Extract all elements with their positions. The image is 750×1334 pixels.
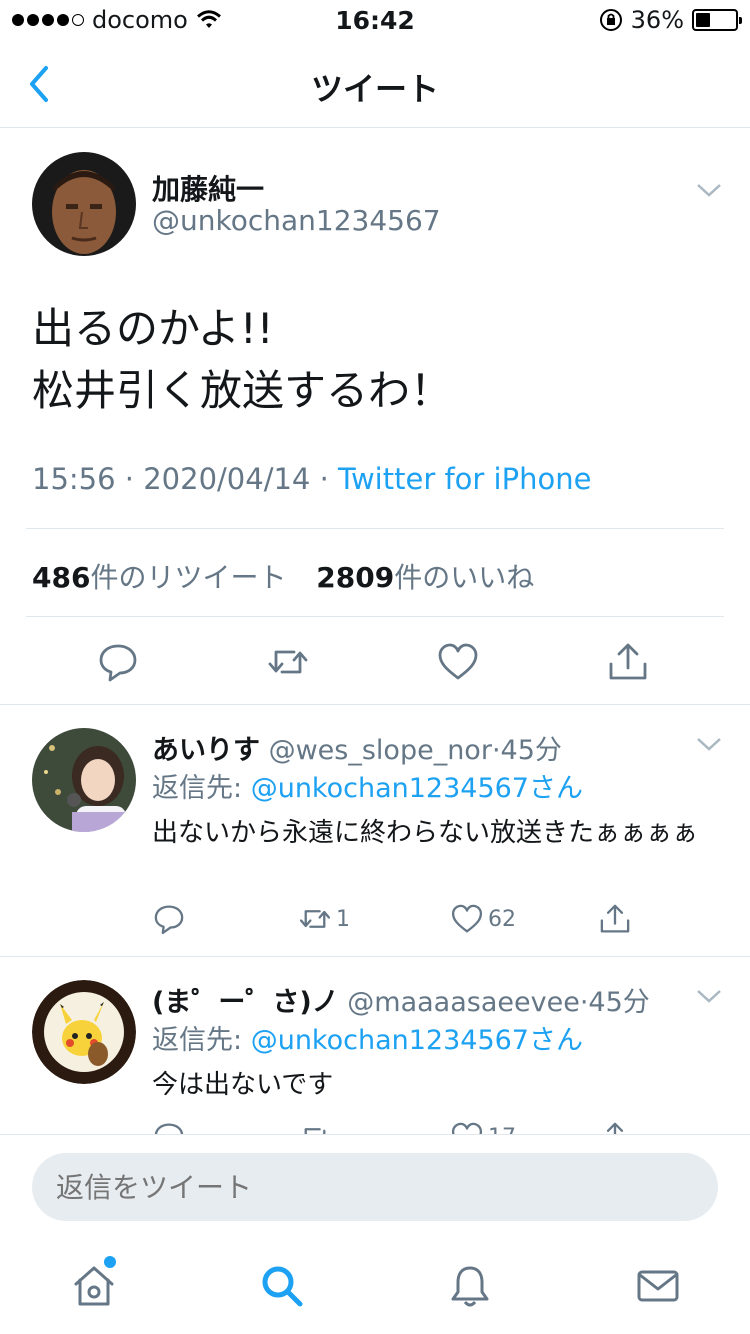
like-heart-icon[interactable] — [436, 640, 480, 684]
messages-envelope-icon[interactable] — [634, 1262, 682, 1310]
tweet-text: 出るのかよ!! 松井引く放送するわ！ — [32, 298, 722, 422]
divider — [26, 528, 724, 529]
avatar-image — [32, 980, 136, 1084]
home-icon[interactable] — [70, 1262, 118, 1310]
reply-to-link[interactable]: @unkochan1234567さん — [251, 773, 583, 804]
reply-composer-bar — [0, 1134, 750, 1234]
reply-icon — [154, 1123, 184, 1134]
retweet-icon — [299, 910, 331, 928]
reply-time: 45分 — [500, 735, 562, 766]
reply-icon — [154, 905, 184, 935]
tweet-text-line: 出るのかよ!! — [32, 304, 274, 353]
tweet-stats: 486件のリツイート 2809件のいいね — [32, 556, 534, 596]
tweet-source-link[interactable]: Twitter for iPhone — [338, 462, 591, 496]
reply-icon[interactable] — [96, 640, 140, 684]
reply-to: 返信先: @unkochan1234567さん — [152, 766, 583, 805]
retweet-count: 1 — [336, 906, 350, 932]
reply-header: あいりす @wes_slope_nor·45分 — [152, 728, 562, 767]
reply-time: 45分 — [588, 987, 650, 1018]
time-separator: · — [491, 735, 501, 766]
like-count: 2809 — [316, 561, 395, 594]
status-right: 36% — [599, 6, 742, 34]
tweet-date: 2020/04/14 — [143, 462, 311, 496]
reply-tweet[interactable]: あいりす @wes_slope_nor·45分 返信先: @unkochan12… — [0, 704, 750, 956]
reply-to-link[interactable]: @unkochan1234567さん — [251, 1025, 583, 1056]
tweet-timestamp: 15:56 · 2020/04/14 · Twitter for iPhone — [32, 462, 591, 496]
share-icon — [606, 1122, 624, 1134]
tweet-text-line: 松井引く放送するわ！ — [32, 366, 453, 415]
status-bar: docomo 16:42 36% — [0, 0, 750, 40]
reply-button[interactable] — [152, 1120, 186, 1134]
reply-author-name[interactable]: (ま゜ー゜さ)ノ — [152, 987, 339, 1018]
new-content-badge — [104, 1256, 116, 1268]
share-icon[interactable] — [606, 640, 650, 684]
navigation-bar: ツイート — [0, 40, 750, 128]
divider — [26, 616, 724, 617]
tab-bar — [0, 1234, 750, 1334]
reply-actions: 1 62 — [152, 902, 652, 942]
reply-tweet[interactable]: (ま゜ー゜さ)ノ @maaaasaeevee·45分 返信先: @unkocha… — [0, 956, 750, 1134]
retweets-stat[interactable]: 486件のリツイート — [32, 561, 286, 594]
like-heart-icon — [451, 904, 483, 933]
like-count: 17 — [488, 1125, 516, 1135]
tweet-time: 15:56 — [32, 462, 116, 496]
reply-author-handle[interactable]: @maaaasaeevee — [347, 987, 580, 1018]
share-icon — [600, 904, 630, 933]
chevron-down-icon[interactable] — [694, 986, 724, 1006]
page-title: ツイート — [310, 70, 439, 108]
battery-icon — [692, 9, 742, 31]
orientation-lock-icon — [599, 9, 622, 31]
like-heart-icon — [451, 1122, 483, 1134]
reply-input[interactable] — [32, 1153, 718, 1221]
retweet-label: 件のリツイート — [90, 561, 287, 594]
like-label: 件のいいね — [394, 561, 535, 594]
reply-to-label: 返信先: — [152, 773, 243, 804]
reply-avatar[interactable] — [32, 980, 136, 1084]
reply-actions: 17 — [152, 1120, 652, 1134]
like-button[interactable]: 17 — [450, 1120, 516, 1134]
chevron-down-icon[interactable] — [694, 180, 724, 200]
search-icon[interactable] — [258, 1262, 306, 1310]
meta-separator: · — [124, 462, 144, 496]
like-count: 62 — [488, 906, 516, 932]
battery-percent: 36% — [630, 6, 684, 34]
notifications-bell-icon[interactable] — [446, 1262, 494, 1310]
reply-header: (ま゜ー゜さ)ノ @maaaasaeevee·45分 — [152, 980, 650, 1019]
reply-text: 出ないから永遠に終わらない放送きたぁぁぁぁ — [152, 818, 699, 848]
reply-to: 返信先: @unkochan1234567さん — [152, 1018, 583, 1057]
author-avatar[interactable] — [32, 152, 136, 256]
author-name[interactable]: 加藤純一 — [152, 168, 264, 208]
author-handle[interactable]: @unkochan1234567 — [152, 204, 441, 237]
reply-to-label: 返信先: — [152, 1025, 243, 1056]
reply-author-handle[interactable]: @wes_slope_nor — [269, 735, 492, 766]
likes-stat[interactable]: 2809件のいいね — [316, 561, 534, 594]
retweet-icon — [304, 1128, 326, 1134]
retweet-button[interactable] — [298, 1120, 332, 1134]
tweet-actions — [0, 636, 750, 696]
reply-button[interactable] — [152, 902, 186, 936]
meta-separator: · — [319, 462, 339, 496]
retweet-count: 486 — [32, 561, 91, 594]
share-button[interactable] — [598, 902, 632, 936]
retweet-button[interactable]: 1 — [298, 902, 350, 936]
like-button[interactable]: 62 — [450, 902, 516, 936]
avatar-image — [32, 728, 136, 832]
reply-author-name[interactable]: あいりす — [152, 735, 260, 766]
share-button[interactable] — [598, 1120, 632, 1134]
reply-text: 今は出ないです — [152, 1070, 334, 1100]
chevron-down-icon[interactable] — [694, 734, 724, 754]
avatar-image — [32, 152, 136, 256]
retweet-icon[interactable] — [266, 640, 310, 684]
reply-avatar[interactable] — [32, 728, 136, 832]
